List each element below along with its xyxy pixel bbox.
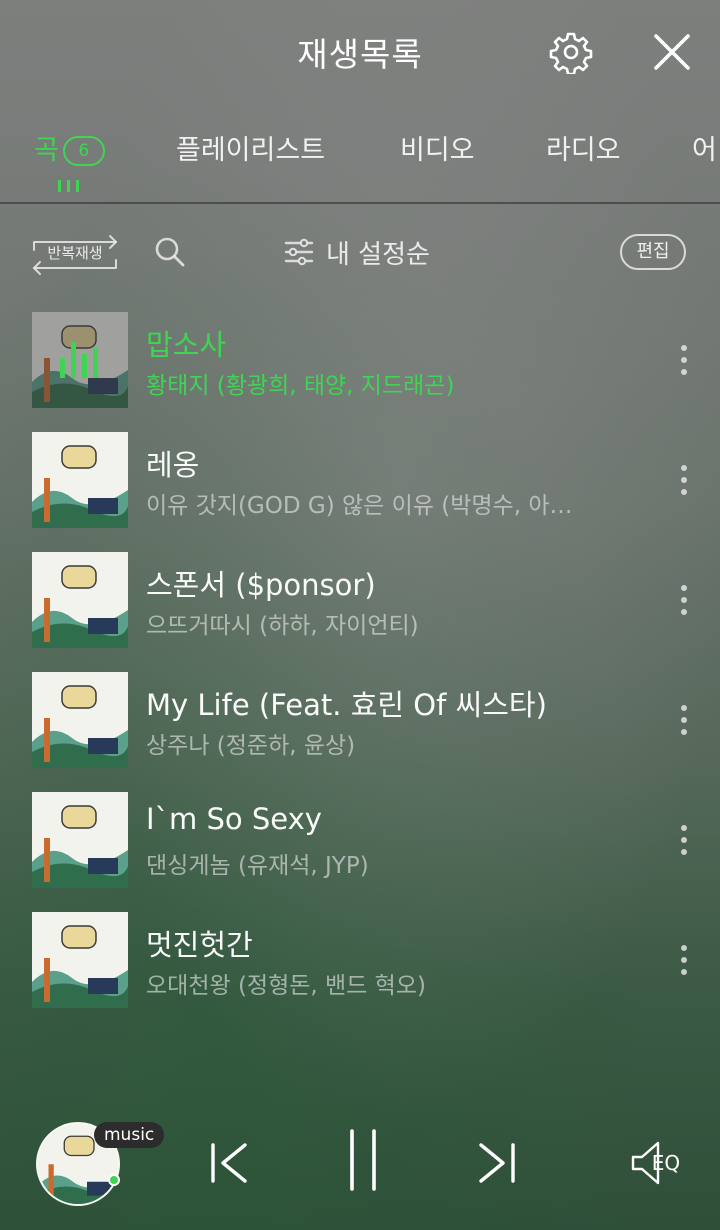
status-dot [108,1174,120,1186]
album-art [32,432,128,528]
song-artist: 이유 갓지(GOD G) 않은 이유 (박명수, 아… [146,493,573,519]
song-title: I`m So Sexy [146,802,322,836]
edit-button[interactable]: 편집 [620,234,686,270]
album-art-image [32,552,128,648]
more-vertical-icon [681,705,687,711]
song-title: 스폰서 ($ponsor) [146,568,376,602]
song-artist: 댄싱게놈 (유재석, JYP) [146,853,369,879]
tab-video[interactable]: 비디오 [400,128,475,167]
song-count-badge: 6 [62,136,105,166]
more-options-button[interactable] [664,336,704,384]
more-vertical-icon [681,825,687,831]
playlist-screen: 재생목록 곡6 플레이리스트 비디오 라디오 어 반복재생 내 설정순 편집 맙… [0,0,720,1230]
gear-icon [549,32,593,74]
song-title: 맙소사 [146,328,227,362]
sort-button[interactable]: 내 설정순 [284,232,430,272]
album-art [32,792,128,888]
pause-icon [350,1129,376,1191]
song-artist: 으뜨거따시 (하하, 자이언티) [146,613,419,639]
tab-more[interactable]: 어 [692,128,717,167]
song-title: 레옹 [146,448,200,482]
album-art-image [32,792,128,888]
tab-bar: 곡6 플레이리스트 비디오 라디오 어 [0,118,720,202]
more-options-button[interactable] [664,456,704,504]
skip-previous-icon [211,1143,247,1183]
next-button[interactable] [472,1136,522,1190]
song-row[interactable]: I`m So Sexy 댄싱게놈 (유재석, JYP) [0,788,720,888]
tab-playlist[interactable]: 플레이리스트 [176,128,325,167]
more-vertical-icon [681,585,687,591]
song-row[interactable]: My Life (Feat. 효린 Of 씨스타) 상주나 (정준하, 윤상) [0,668,720,768]
toolbar: 반복재생 내 설정순 편집 [0,220,720,286]
more-options-button[interactable] [664,816,704,864]
pause-button[interactable] [340,1129,386,1191]
search-icon [155,237,185,267]
close-icon [654,34,690,70]
search-button[interactable] [150,232,190,272]
sliders-icon [284,238,314,266]
song-row[interactable]: 멋진헛간 오대천왕 (정형돈, 밴드 혁오) [0,908,720,1008]
song-row[interactable]: 스폰서 ($ponsor) 으뜨거따시 (하하, 자이언티) [0,548,720,648]
more-options-button[interactable] [664,696,704,744]
more-vertical-icon [681,465,687,471]
previous-button[interactable] [204,1136,254,1190]
repeat-button[interactable]: 반복재생 [32,230,118,278]
album-art [32,312,128,408]
page-title: 재생목록 [297,35,423,74]
close-button[interactable] [648,28,696,76]
more-vertical-icon [681,345,687,351]
tab-radio[interactable]: 라디오 [546,128,621,167]
tab-songs[interactable]: 곡6 [34,128,105,167]
header: 재생목록 [0,0,720,104]
song-row[interactable]: 맙소사 황태지 (황광희, 태양, 지드래곤) [0,308,720,408]
more-options-button[interactable] [664,576,704,624]
album-art-image [32,912,128,1008]
eq-label: EQ [651,1151,681,1175]
more-vertical-icon [681,945,687,951]
player-bar: music EQ [0,1096,720,1230]
tab-active-indicator [58,180,79,192]
album-art-image [32,432,128,528]
settings-button[interactable] [547,28,595,76]
eq-button[interactable]: EQ [624,1136,686,1190]
song-artist: 상주나 (정준하, 윤상) [146,733,356,759]
song-artist: 황태지 (황광희, 태양, 지드래곤) [146,373,455,399]
tab-divider [0,202,720,204]
more-options-button[interactable] [664,936,704,984]
sort-label: 내 설정순 [326,239,430,270]
album-art [32,912,128,1008]
skip-next-icon [479,1143,515,1183]
tab-songs-label: 곡 [34,135,59,166]
album-art [32,552,128,648]
song-row[interactable]: 레옹 이유 갓지(GOD G) 않은 이유 (박명수, 아… [0,428,720,528]
album-art-image [32,672,128,768]
now-playing-indicator [60,342,98,378]
repeat-label: 반복재생 [47,244,103,262]
music-tag: music [94,1122,165,1148]
song-title: My Life (Feat. 효린 Of 씨스타) [146,688,547,722]
album-art [32,672,128,768]
song-title: 멋진헛간 [146,928,253,962]
song-artist: 오대천왕 (정형돈, 밴드 혁오) [146,973,426,999]
